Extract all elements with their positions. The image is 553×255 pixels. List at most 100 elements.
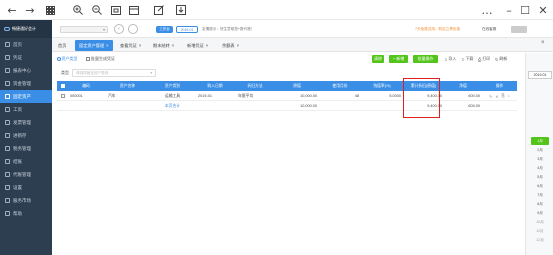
tab-close-icon[interactable]: × (139, 43, 141, 48)
export-button[interactable]: ⇧ 下载 (461, 56, 473, 62)
promo-text[interactable]: 7天免费试用，购买立享优惠 (415, 27, 460, 32)
help-link[interactable]: 在线客服 (482, 27, 496, 32)
menu-icon (5, 146, 10, 151)
rail-month[interactable]: 11月 (531, 227, 549, 235)
notice-text[interactable]: 友情提示：好生意助您+数代账！ (202, 27, 254, 32)
menu-icon (5, 133, 10, 138)
rail-month[interactable]: 7月 (531, 191, 549, 199)
batch-operation-button[interactable]: 批量操作 (413, 55, 438, 63)
crop-icon[interactable] (126, 3, 142, 17)
copy-icon[interactable]: ⎘ (502, 94, 505, 98)
tab[interactable]: 首页 (54, 40, 70, 51)
arrow-left-icon[interactable]: ‹ (114, 24, 124, 34)
sidebar-item[interactable]: 资金管理 (0, 77, 52, 90)
close-tabs-icon[interactable]: × (541, 40, 545, 46)
tab[interactable]: 查看凭证 × (116, 40, 145, 51)
lock-icon[interactable]: ⌂ (508, 94, 510, 98)
tab[interactable]: 余额表 × (218, 40, 243, 51)
clear-button[interactable]: 清除 (372, 55, 384, 63)
rail-month[interactable]: 10月 (531, 218, 549, 226)
sidebar-item[interactable]: 报表中心 (0, 64, 52, 77)
column-header[interactable]: 操作 (482, 81, 517, 91)
download-icon[interactable] (173, 3, 189, 17)
zoom-out-icon[interactable] (89, 3, 105, 17)
delete-icon[interactable]: ✕ (495, 94, 498, 99)
sidebar-item[interactable]: 帮助 (0, 207, 52, 220)
add-button[interactable]: + 新增 (389, 55, 408, 63)
rail-month[interactable]: 3月 (531, 155, 549, 163)
import-button[interactable]: ⇩ 导入 (444, 56, 456, 62)
cell-net: 600.00 (468, 94, 480, 98)
rail-month[interactable]: 12月 (531, 236, 549, 244)
sidebar-item[interactable]: 服务市场 (0, 194, 52, 207)
grid-icon[interactable] (42, 3, 58, 17)
tab-close-icon[interactable]: × (172, 43, 174, 48)
column-header[interactable]: 使用月份 (319, 81, 361, 91)
tab[interactable]: 期末结转 × (149, 40, 178, 51)
print-button[interactable]: ⎙ 打印 (478, 56, 490, 62)
row-actions: ✎ ✕ ⎘ ⌂ (482, 91, 517, 101)
column-header[interactable]: 编码 (67, 81, 105, 91)
category-select[interactable]: 请选择固定资产类别 ▾ (72, 69, 156, 77)
column-header[interactable]: 折旧方法 (235, 81, 275, 91)
sidebar-item[interactable]: 设置 (0, 181, 52, 194)
maximize-icon[interactable]: ☐ (516, 3, 534, 17)
tab-close-icon[interactable]: × (106, 43, 108, 48)
sidebar-item[interactable]: 进销存 (0, 129, 52, 142)
batch-voucher-checkbox[interactable]: 批量生成凭证 (86, 56, 115, 62)
rail-month[interactable]: 2月 (531, 146, 549, 154)
menu-icon (5, 55, 10, 60)
tab[interactable]: 新增凭证 × (183, 40, 212, 51)
rail-month[interactable]: 4月 (531, 164, 549, 172)
back-icon[interactable]: ← (4, 3, 20, 17)
cell-residual-rate: 5.0000 (389, 94, 401, 98)
column-header[interactable]: 购入日期 (195, 81, 235, 91)
select-all-checkbox[interactable] (60, 81, 66, 91)
year-selector[interactable]: 2019.01 (528, 71, 552, 79)
avatar[interactable] (511, 26, 527, 33)
column-header[interactable]: 净值 (444, 81, 482, 91)
refresh-label: 刷新 (499, 56, 508, 61)
edit-icon[interactable] (151, 3, 167, 17)
refresh-button[interactable]: ↻ 刷新 (495, 56, 507, 62)
edit-icon[interactable]: ✎ (489, 94, 492, 99)
cell-method: 年限平均 (238, 93, 254, 98)
sidebar-item[interactable]: 凭证 (0, 51, 52, 64)
sidebar-item[interactable]: 固定资产 (0, 90, 52, 103)
sidebar-item[interactable]: 代账管理 (0, 168, 52, 181)
row-checkbox[interactable] (60, 91, 66, 101)
asset-type-button[interactable]: 资产类型 (55, 55, 79, 63)
tab-close-icon[interactable]: × (206, 43, 208, 48)
refresh-icon[interactable] (128, 24, 138, 34)
menu-icon (5, 68, 10, 73)
column-header[interactable]: 原值 (275, 81, 319, 91)
forward-icon[interactable]: → (22, 3, 38, 17)
rail-month[interactable]: 5月 (531, 173, 549, 181)
sidebar-item[interactable]: 发票管理 (0, 116, 52, 129)
rail-month[interactable]: 6月 (531, 182, 549, 190)
logo-text: 畅捷通好会计 (12, 26, 36, 31)
print-icon: ⎙ (478, 56, 482, 62)
column-header[interactable]: 残值率(%) (361, 81, 403, 91)
period-badge[interactable]: 2019-01 (176, 26, 198, 33)
sidebar-item[interactable]: 首页 (0, 38, 52, 51)
sidebar-item[interactable]: 工资 (0, 103, 52, 116)
rail-month[interactable]: 1月 (531, 137, 549, 145)
refresh-small-icon: ↻ (495, 56, 499, 62)
column-header[interactable]: 资产类别 (150, 81, 195, 91)
account-selector[interactable]: ▾ (60, 26, 108, 33)
more-icon[interactable]: … (478, 3, 496, 17)
rail-month[interactable]: 8月 (531, 200, 549, 208)
zoom-in-icon[interactable] (70, 3, 86, 17)
tab[interactable]: 固定资产管理 × (75, 40, 113, 51)
workbench-badge[interactable]: 工作台 (156, 26, 173, 33)
close-icon[interactable]: ✕ (534, 3, 552, 17)
rail-month[interactable]: 9月 (531, 209, 549, 217)
sidebar-item[interactable]: 税务管理 (0, 142, 52, 155)
sidebar-item[interactable]: 结账 (0, 155, 52, 168)
tab-close-icon[interactable]: × (237, 43, 239, 48)
sidebar-item-label: 凭证 (13, 54, 22, 60)
table-row[interactable]: 000001 汽车 运输工具 2019-01 年限平均 10,000.00 48 5.0000… (57, 91, 517, 101)
column-header[interactable]: 资产名称 (105, 81, 150, 91)
fit-icon[interactable] (108, 3, 124, 17)
